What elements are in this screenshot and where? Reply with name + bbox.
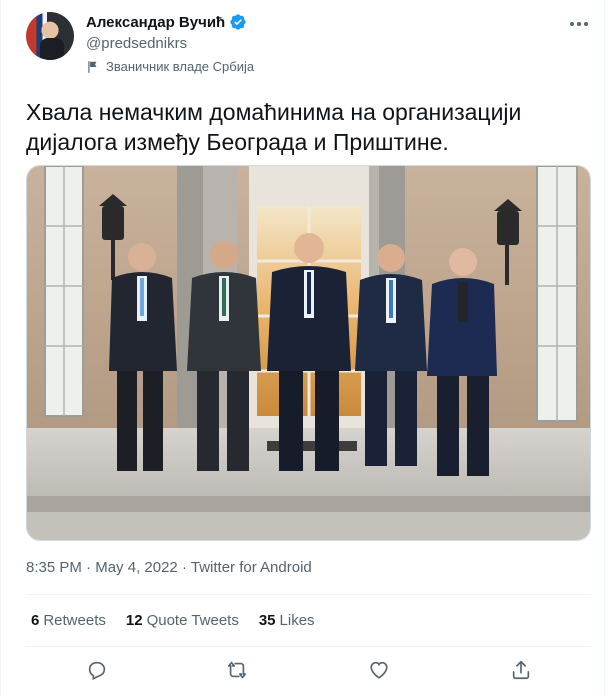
flag-icon [88,60,97,73]
avatar[interactable] [26,12,74,60]
like-icon [370,661,388,679]
author-handle[interactable]: @predsednikrs [86,35,187,52]
verified-badge-icon [230,14,246,30]
tweet-text: Хвала немачким домаћинима на организациј… [26,97,586,157]
government-label[interactable]: Званичник владе Србија [86,59,254,74]
likes-stat[interactable]: 35 Likes [259,612,315,629]
tweet-text-line-1: Хвала немачким домаћинима на организациј… [26,99,522,125]
tweet-meta: 8:35 PM · May 4, 2022 · Twitter for Andr… [26,559,312,576]
likes-label: Likes [279,612,315,629]
tweet-source[interactable]: Twitter for Android [191,559,312,576]
retweet-button[interactable] [226,659,248,681]
author-name[interactable]: Александар Вучић [86,14,225,31]
retweet-icon [227,661,247,679]
meta-separator-2: · [181,559,187,576]
tweet-text-line-2: дијалога између Београда и Приштине. [26,129,449,155]
quote-tweets-stat[interactable]: 12 Quote Tweets [126,612,239,629]
quotes-label: Quote Tweets [146,612,239,629]
government-label-text: Званичник владе Србија [106,59,255,74]
engagement-stats: 6 Retweets 12 Quote Tweets 35 Likes [31,612,335,629]
reply-button[interactable] [86,659,108,681]
retweets-stat[interactable]: 6 Retweets [31,612,106,629]
retweets-label: Retweets [43,612,106,629]
more-horizontal-icon [570,22,588,26]
likes-count: 35 [258,612,276,629]
divider-top [26,594,591,595]
tweet-date[interactable]: May 4, 2022 [95,559,178,576]
tweet-time[interactable]: 8:35 PM [26,559,82,576]
tweet-card: Александар Вучић @predsednikrs Званичник… [0,0,605,696]
photo-illustration [27,166,590,540]
reply-icon [88,661,106,681]
action-bar [26,655,591,685]
author-name-row: Александар Вучић [86,13,247,31]
retweets-count: 6 [31,612,40,629]
divider-bottom [26,646,591,647]
share-button[interactable] [510,659,532,681]
tweet-photo[interactable] [26,165,591,541]
meta-separator-1: · [86,559,92,576]
more-button[interactable] [566,14,592,34]
quotes-count: 12 [125,612,143,629]
like-button[interactable] [368,659,390,681]
share-icon [512,660,530,680]
